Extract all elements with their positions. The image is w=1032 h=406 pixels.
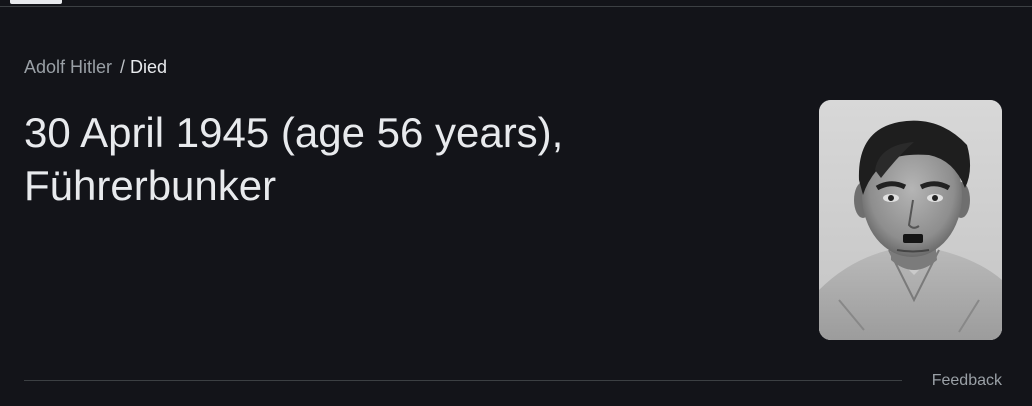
knowledge-card: Adolf Hitler / Died 30 April 1945 (age 56 …: [0, 0, 1032, 406]
top-divider: [0, 6, 1032, 7]
breadcrumb-separator: /: [120, 57, 126, 77]
portrait-photo-icon: [819, 100, 1002, 340]
answer-line-place: Führerbunker: [24, 162, 277, 209]
breadcrumb-attribute: Died: [130, 57, 168, 77]
footer-divider: [24, 380, 902, 381]
breadcrumb: Adolf Hitler / Died: [24, 56, 167, 78]
breadcrumb-entity-link[interactable]: Adolf Hitler: [24, 57, 112, 77]
answer-line-date: 30 April 1945 (age 56 years),: [24, 109, 564, 156]
answer-text: 30 April 1945 (age 56 years), Führerbunk…: [24, 106, 724, 212]
entity-portrait-image[interactable]: [819, 100, 1002, 340]
feedback-link[interactable]: Feedback: [932, 372, 1002, 390]
active-tab-indicator: [10, 0, 62, 4]
